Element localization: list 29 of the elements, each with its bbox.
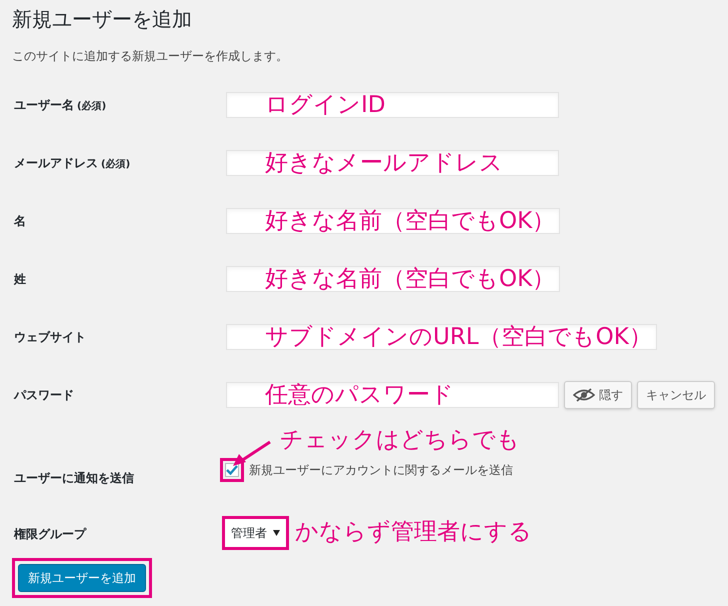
field-label: ユーザーに通知を送信 <box>13 470 135 487</box>
field-label: ユーザー名 <box>14 97 74 114</box>
input-field[interactable]: 好きなメールアドレス <box>226 150 559 176</box>
field-label: 権限グループ <box>12 526 88 543</box>
page-description: このサイトに追加する新規ユーザーを作成します。 <box>11 48 289 65</box>
field-label: メールアドレス <box>14 155 98 172</box>
eye-slash-icon <box>573 388 595 402</box>
field-label: 姓 <box>14 271 26 288</box>
role-dropdown[interactable]: 管理者 <box>225 519 286 547</box>
input-field[interactable]: 好きな名前（空白でもOK） <box>226 208 560 234</box>
required-note: (必須) <box>101 158 130 172</box>
button-label: 隠す <box>599 387 623 404</box>
annotation-text: チェックはどちらでも <box>280 426 520 455</box>
add-user-button[interactable]: 新規ユーザーを追加 <box>18 564 146 592</box>
caret-icon <box>273 530 280 536</box>
input-field[interactable]: ログインID <box>226 92 559 118</box>
input-field[interactable]: 好きな名前（空白でもOK） <box>226 266 560 292</box>
field-label: 名 <box>14 213 26 230</box>
input-field[interactable]: サブドメインのURL（空白でもOK） <box>226 324 657 350</box>
input-field[interactable]: 任意のパスワード <box>226 382 559 408</box>
cancel-button[interactable]: キャンセル <box>637 381 715 409</box>
checkbox[interactable] <box>225 463 239 477</box>
page-title: 新規ユーザーを追加 <box>11 6 193 32</box>
field-label: パスワード <box>14 387 74 404</box>
annotation-text: かならず管理者にする <box>295 518 532 547</box>
field-label: ウェブサイト <box>14 329 86 346</box>
hide-password-button[interactable]: 隠す <box>564 381 632 409</box>
required-note: (必須) <box>77 100 106 114</box>
checkbox-label: 新規ユーザーにアカウントに関するメールを送信 <box>249 462 513 479</box>
